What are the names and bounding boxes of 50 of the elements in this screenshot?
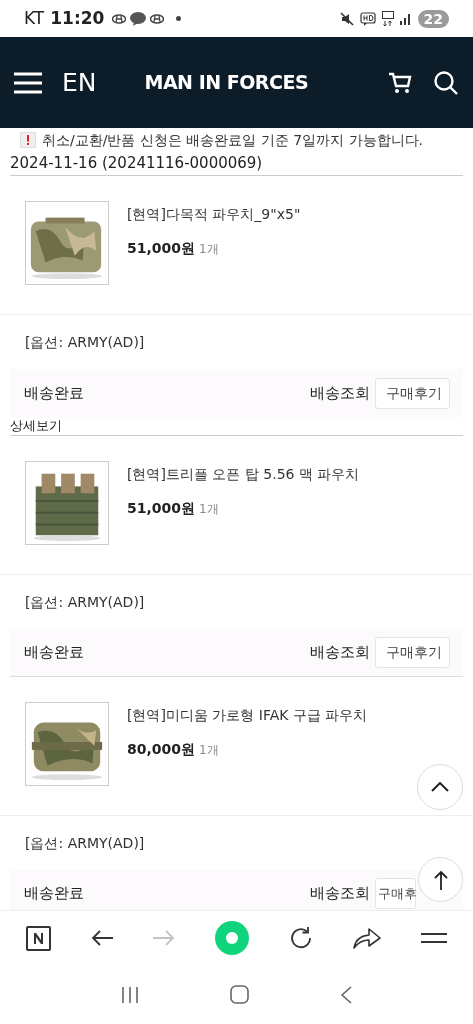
reload-icon[interactable] [289,926,313,950]
recent-apps-icon[interactable] [120,985,139,1004]
option-text: [옵션: ARMY(AD)] [25,592,145,612]
review-button[interactable]: 구매후 [375,878,416,909]
delivery-status: 배송완료 [24,883,84,905]
arrow-up-icon [433,869,448,890]
order-date: 2024-11-16 (20241116-0000069) [10,153,263,175]
review-button[interactable]: 구매후기 [375,637,450,668]
tracking-link[interactable]: 배송조회 [310,381,370,405]
back-icon[interactable] [91,930,113,946]
menu-icon[interactable] [421,932,447,944]
language-link[interactable]: EN [62,63,97,102]
product-price: 51,000원 [127,239,196,258]
delivery-status: 배송완료 [24,382,84,404]
option-text: [옵션: ARMY(AD)] [25,332,145,352]
product-title[interactable]: [현역]미디움 가로형 IFAK 구급 파우치 [127,705,368,726]
review-button[interactable]: 구매후기 [375,377,450,409]
naver-tab-icon[interactable] [26,925,51,951]
details-link[interactable]: 상세보기 [10,416,62,436]
quantity-text: 1개 [199,501,219,518]
signal-icon [399,12,412,25]
tracking-link[interactable]: 배송조회 [310,641,370,664]
back-icon[interactable] [340,985,353,1004]
carrier: KT [24,6,45,30]
delivery-status: 배송완료 [24,642,84,664]
site-logo[interactable]: MAN IN FORCES [144,68,309,97]
network-icon [381,10,394,27]
quantity-text: 1개 [199,742,219,759]
chat-bubble-icon [130,11,147,26]
scroll-up-button[interactable] [417,764,463,810]
hd-icon [359,11,376,26]
product-title[interactable]: [현역]다목적 파우치_9"x5" [127,204,301,225]
car-logo-icon [150,13,165,24]
car-logo-icon [112,13,127,24]
cart-icon[interactable] [388,71,412,94]
tracking-link[interactable]: 배송조회 [310,882,370,905]
notice-text: 취소/교환/반품 신청은 배송완료일 기준 7일까지 가능합니다. [42,130,424,150]
battery-badge: 22 [417,9,449,28]
chevron-up-icon [431,782,449,792]
product-price: 51,000원 [127,499,196,518]
product-price: 80,000원 [127,740,196,759]
product-title[interactable]: [현역]트리플 오픈 탑 5.56 맥 파우치 [127,464,360,485]
option-text: [옵션: ARMY(AD)] [25,833,145,853]
share-icon[interactable] [353,927,381,949]
home-icon[interactable] [230,985,249,1004]
search-icon[interactable] [433,69,459,96]
alert-icon [20,132,36,148]
clock: 11:20 [50,6,105,30]
quantity-text: 1개 [199,241,219,258]
mute-icon [339,11,354,26]
